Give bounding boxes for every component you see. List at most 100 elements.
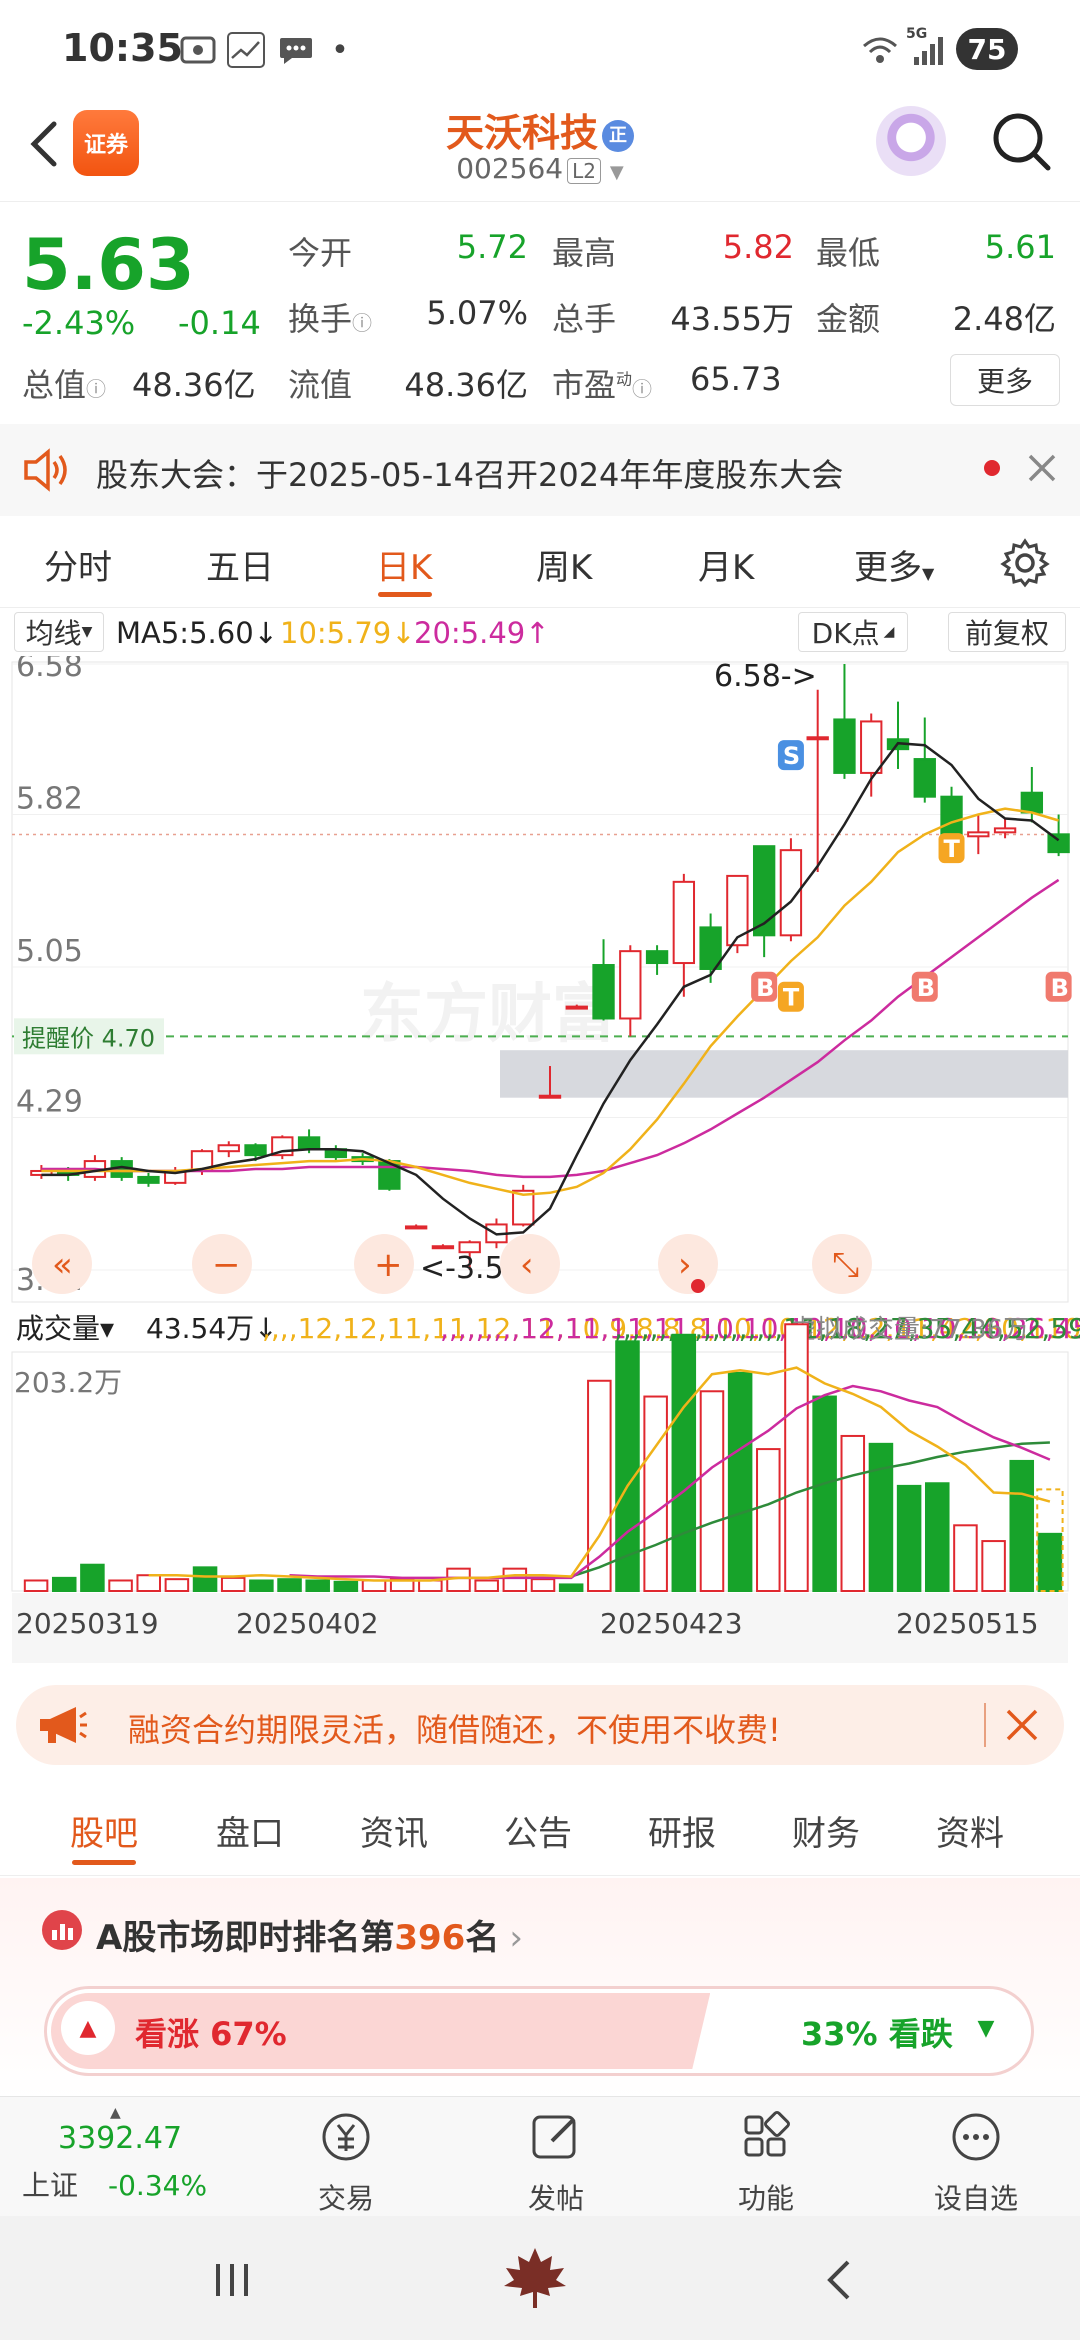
volume-bar [80,1563,105,1592]
recent-apps-icon[interactable] [210,2260,254,2304]
nav-functions[interactable]: 功能 [706,2107,826,2217]
chart-badge-icon [42,1910,82,1950]
volume-bar [727,1371,753,1593]
back-nav-icon[interactable] [820,2256,860,2308]
volume-bar [756,1448,781,1593]
x-tick-label: 20250515 [896,1607,1039,1640]
corner-arrow-icon: ◢ [883,624,895,640]
signal-icon: 5G [904,26,948,70]
float-label: 流值 [288,366,353,404]
low-label: 最低 [816,234,881,272]
high-label: 最高 [552,234,617,272]
candle-body [619,950,642,1020]
candle-body [137,1175,160,1184]
tab-news[interactable]: 资讯 [360,1806,428,1855]
alert-price-label: 提醒价 4.70 [22,1024,155,1052]
index-name: 上证 [22,2169,79,2202]
change-percent: -2.43% [22,304,136,342]
index-ticker[interactable]: ▲ 3392.47 上证 -0.34% [22,2105,242,2204]
volume-bar [333,1580,359,1593]
ranking-title[interactable]: A股市场即时排名第396名 › [96,1910,523,1959]
candle-body [538,1094,562,1099]
open-label: 今开 [288,234,353,272]
candle-body [592,964,615,1020]
caret-down-icon[interactable]: ▼ [959,2001,1013,2055]
tab-five-day[interactable]: 五日 [206,540,274,589]
candle-body [431,1245,455,1250]
candle-body [645,950,669,965]
dk-point-button[interactable]: DK点 ◢ [798,612,908,652]
ranking-suffix: 名 [465,1918,500,1958]
index-value: 3392.47 [58,2121,183,2156]
tab-research[interactable]: 研报 [648,1806,716,1855]
tab-pankou[interactable]: 盘口 [216,1806,284,1855]
zoom-in-button-glyph: + [374,1245,403,1285]
volume-bar [896,1484,922,1593]
volume-bar [530,1578,556,1592]
chevron-right-icon: › [509,1918,523,1958]
volume-bar [305,1579,330,1592]
volume-bar [220,1576,246,1592]
turnover-label-text: 换手 [288,300,353,338]
info-icon[interactable]: ⓘ [632,377,652,401]
volume-bar [361,1579,387,1592]
tab-month-k[interactable]: 月K [698,540,754,589]
zheng-badge-icon: 正 [602,119,634,152]
info-icon[interactable]: ⓘ [352,311,372,335]
grid-icon [736,2107,796,2167]
gear-icon[interactable] [1000,538,1050,592]
adjust-button[interactable]: 前复权 [948,612,1066,652]
ranking-prefix: A股市场即时排名第 [96,1918,395,1958]
tab-profile[interactable]: 资料 [936,1806,1004,1855]
tab-announcement[interactable]: 公告 [504,1806,572,1855]
zoom-out-far-button-glyph: « [52,1245,73,1285]
close-icon[interactable] [1024,448,1060,492]
search-icon[interactable] [990,110,1052,172]
volume-bar [418,1579,443,1592]
volume-bar [558,1583,584,1592]
tab-finance[interactable]: 财务 [792,1806,860,1855]
message-icon [276,30,316,70]
amount-value: 2.48亿 [952,300,1056,338]
volume-bar [868,1442,894,1593]
status-bar: 10:35 • 5G 75 [0,0,1080,96]
kline-chart-svg[interactable]: 6.585.825.054.293.52东方财富提醒价 4.706.58-><-… [0,625,1080,1666]
signal-b: B [917,974,935,1002]
screenshot-icon [178,30,218,70]
turnover-value: 5.07% [426,294,528,332]
x-tick-label: 20250423 [600,1607,743,1640]
ma-select[interactable]: 均线 ▼ [14,612,104,652]
candle-body [1020,791,1044,814]
more-dots-icon [946,2107,1006,2167]
tab-timeshare[interactable]: 分时 [44,540,112,589]
close-icon[interactable] [1002,1705,1042,1749]
y-tick-label: 5.05 [16,934,83,969]
nav-trade[interactable]: 交易 [286,2107,406,2217]
info-icon[interactable]: ⓘ [86,377,106,401]
nav-post[interactable]: 发帖 [496,2107,616,2217]
pe-value: 65.73 [690,360,782,398]
scroll-left-button-glyph: ‹ [520,1245,534,1285]
promo-banner[interactable]: 融资合约期限灵活，随借随还，不使用不收费! [16,1685,1064,1765]
open-value: 5.72 [456,228,528,266]
caret-up-icon[interactable]: ▲ [61,2001,115,2055]
more-button[interactable]: 更多 [950,354,1060,406]
home-maple-leaf-icon[interactable] [500,2246,570,2314]
watermark: 东方财富 [360,978,616,1052]
tab-guba[interactable]: 股吧 [70,1806,138,1855]
active-tab-underline [72,1860,136,1865]
volume-bar [164,1578,190,1592]
kline-chart-area[interactable]: 6.585.825.054.293.52东方财富提醒价 4.706.58-><-… [0,625,1080,1666]
nav-add-watchlist[interactable]: 设自选 [916,2107,1036,2217]
tab-week-k[interactable]: 周K [536,540,592,589]
tab-more[interactable]: 更多▼ [854,540,934,589]
ma5-text: MA5:5.60 [116,616,254,650]
tab-day-k[interactable]: 日K [376,540,432,589]
ma20-legend: 20:5.49↑ [414,616,550,650]
float-value: 48.36亿 [404,366,528,404]
zoom-out-button-glyph: − [212,1245,241,1285]
notice-bar[interactable]: 股东大会：于2025-05-14召开2024年年度股东大会 [0,424,1080,516]
pe-label: 市盈动ⓘ [552,360,652,406]
ma-select-label: 均线 [25,617,82,650]
assistant-robot-icon[interactable] [876,106,946,176]
